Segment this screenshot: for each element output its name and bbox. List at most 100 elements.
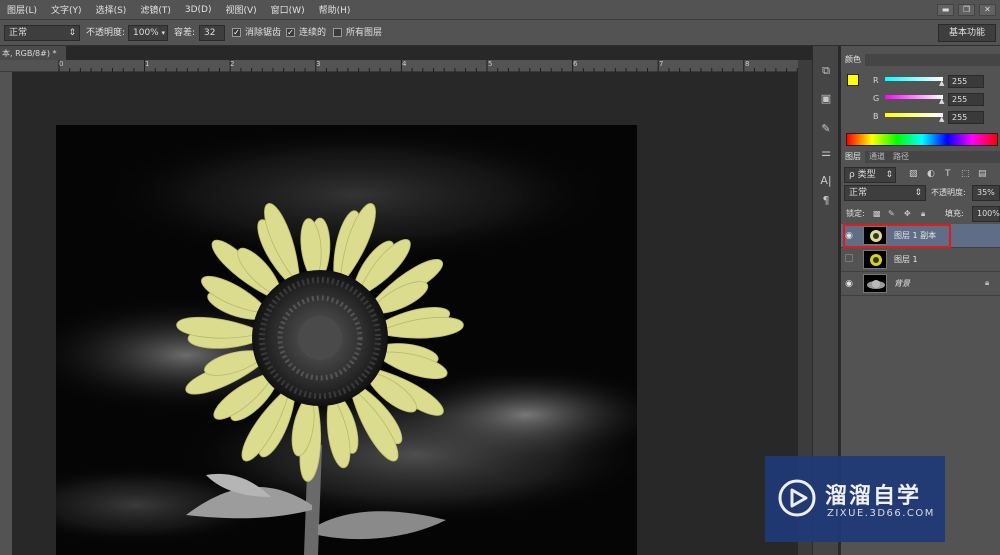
- contiguous-label: 连续的: [299, 28, 327, 38]
- fill-input[interactable]: 100%: [972, 206, 1000, 222]
- channel-b-slider[interactable]: [885, 113, 943, 117]
- channel-r-value[interactable]: 255: [948, 75, 984, 88]
- watermark-url: ZIXUE.3D66.COM: [827, 508, 935, 519]
- layer-row-background[interactable]: ◉ 背景 🔒︎: [841, 272, 1000, 296]
- tolerance-input[interactable]: 32: [199, 25, 225, 41]
- restore-icon[interactable]: ❐: [958, 3, 975, 16]
- play-logo-icon: [778, 479, 816, 517]
- brush-icon[interactable]: ✎: [818, 122, 834, 136]
- layer-filter-dropdown[interactable]: ρ 类型 ⇕: [844, 167, 896, 183]
- tolerance-label: 容差:: [174, 28, 196, 38]
- layer-opacity-input[interactable]: 35%: [972, 185, 1000, 201]
- opacity-label: 不透明度:: [86, 28, 126, 38]
- properties-icon[interactable]: ▣: [818, 92, 834, 106]
- lock-position-icon[interactable]: ✥: [904, 209, 911, 218]
- ruler-label-7: 7: [659, 60, 664, 68]
- all-layers-checkbox[interactable]: [333, 28, 342, 37]
- all-layers-label: 所有图层: [346, 28, 383, 38]
- chevron-updown-icon: ⇕: [885, 170, 893, 180]
- fill-label: 填充:: [945, 209, 964, 218]
- tab-color[interactable]: 颜色: [841, 54, 865, 66]
- menu-3d[interactable]: 3D(D): [178, 5, 219, 15]
- ruler-label-1: 1: [145, 60, 150, 68]
- menu-type[interactable]: 文字(Y): [44, 3, 89, 16]
- visibility-toggle[interactable]: [841, 254, 857, 265]
- layer-filter-label: ρ 类型: [849, 170, 876, 180]
- chevron-updown-icon: ⇕: [68, 28, 76, 38]
- watermark-logo: 溜溜自学 ZIXUE.3D66.COM: [765, 456, 945, 542]
- horizontal-ruler: 0 1 2 3 4 5 6 7 8: [0, 60, 798, 72]
- character-icon[interactable]: A|: [818, 174, 834, 188]
- tolerance-value: 32: [204, 28, 216, 38]
- antialias-label: 消除锯齿: [245, 28, 282, 38]
- layer-row-layer1-copy[interactable]: ◉ 图层 1 副本: [841, 224, 1000, 248]
- color-panel-tabs: 颜色: [841, 54, 1000, 66]
- channel-g-label: G: [873, 94, 880, 103]
- filter-smart-object-icon[interactable]: ▤: [978, 169, 987, 179]
- menu-bar: 图层(L) 文字(Y) 选择(S) 滤镜(T) 3D(D) 视图(V) 窗口(W…: [0, 0, 1000, 20]
- highlight-box: [843, 224, 951, 248]
- lock-label: 锁定:: [846, 209, 865, 218]
- ruler-label-4: 4: [402, 60, 407, 68]
- chevron-down-icon: ▾: [161, 29, 165, 37]
- antialias-checkbox[interactable]: ✓: [232, 28, 241, 37]
- channel-r-label: R: [873, 76, 879, 85]
- mode-dropdown[interactable]: 正常 ⇕: [4, 25, 80, 41]
- channel-b-value[interactable]: 255: [948, 111, 984, 124]
- foreground-color-swatch[interactable]: [847, 74, 859, 86]
- ruler-label-2: 2: [230, 60, 235, 68]
- filter-shape-icon[interactable]: ⬚: [961, 169, 970, 179]
- close-icon[interactable]: ✕: [979, 3, 996, 16]
- ruler-label-5: 5: [488, 60, 493, 68]
- contiguous-checkbox[interactable]: ✓: [286, 28, 295, 37]
- layer-opacity-label: 不透明度:: [931, 188, 966, 197]
- tab-channels[interactable]: 通道: [865, 151, 889, 163]
- fill-value: 100%: [977, 209, 1000, 218]
- menu-view[interactable]: 视图(V): [218, 3, 263, 16]
- ruler-label-3: 3: [316, 60, 321, 68]
- history-icon[interactable]: ⧉: [818, 64, 834, 78]
- eye-icon[interactable]: ◉: [841, 279, 857, 289]
- minimize-icon[interactable]: ▬: [937, 3, 954, 16]
- color-spectrum-bar[interactable]: [846, 133, 998, 146]
- layer-row-layer1[interactable]: 图层 1: [841, 248, 1000, 272]
- document-canvas[interactable]: [56, 125, 637, 555]
- slider-handle-icon[interactable]: ▲: [939, 115, 944, 123]
- channel-r-slider[interactable]: [885, 77, 943, 81]
- channel-g-value[interactable]: 255: [948, 93, 984, 106]
- lock-transparency-icon[interactable]: ▩: [873, 209, 881, 218]
- workspace-button[interactable]: 基本功能: [938, 24, 996, 42]
- ruler-label-0: 0: [59, 60, 64, 68]
- tab-paths[interactable]: 路径: [889, 151, 913, 163]
- opacity-value: 100%: [133, 28, 159, 38]
- filter-type-icon[interactable]: T: [945, 169, 951, 179]
- lock-all-icon[interactable]: 🔒︎: [921, 209, 925, 219]
- menu-layer[interactable]: 图层(L): [0, 3, 44, 16]
- mode-value: 正常: [9, 28, 28, 38]
- chevron-updown-icon: ⇕: [914, 188, 922, 198]
- lock-icon: 🔒︎: [985, 278, 990, 287]
- brush-presets-icon[interactable]: ⚌: [818, 146, 834, 160]
- paragraph-icon[interactable]: ¶: [818, 194, 834, 208]
- menu-select[interactable]: 选择(S): [89, 3, 134, 16]
- slider-handle-icon[interactable]: ▲: [939, 97, 944, 105]
- menu-help[interactable]: 帮助(H): [312, 3, 358, 16]
- menu-filter[interactable]: 滤镜(T): [133, 3, 178, 16]
- tab-layers[interactable]: 图层: [841, 151, 865, 163]
- layer-name[interactable]: 图层 1: [894, 254, 918, 265]
- lock-pixels-icon[interactable]: ✎: [888, 209, 895, 218]
- ruler-ticks: [58, 60, 798, 72]
- menu-window[interactable]: 窗口(W): [264, 3, 312, 16]
- blend-mode-dropdown[interactable]: 正常 ⇕: [844, 185, 926, 201]
- filter-pixel-icon[interactable]: ▨: [909, 169, 918, 179]
- vertical-ruler: [0, 72, 12, 555]
- slider-handle-icon[interactable]: ▲: [939, 79, 944, 87]
- watermark-title: 溜溜自学: [825, 484, 922, 509]
- channel-g-slider[interactable]: [885, 95, 943, 99]
- layer-name[interactable]: 背景: [894, 278, 910, 289]
- ruler-label-6: 6: [573, 60, 578, 68]
- filter-adjustment-icon[interactable]: ◐: [927, 169, 935, 179]
- opacity-input[interactable]: 100% ▾: [128, 25, 168, 41]
- ruler-label-8: 8: [745, 60, 750, 68]
- layers-panel-tabs: 图层 通道 路径: [841, 151, 1000, 163]
